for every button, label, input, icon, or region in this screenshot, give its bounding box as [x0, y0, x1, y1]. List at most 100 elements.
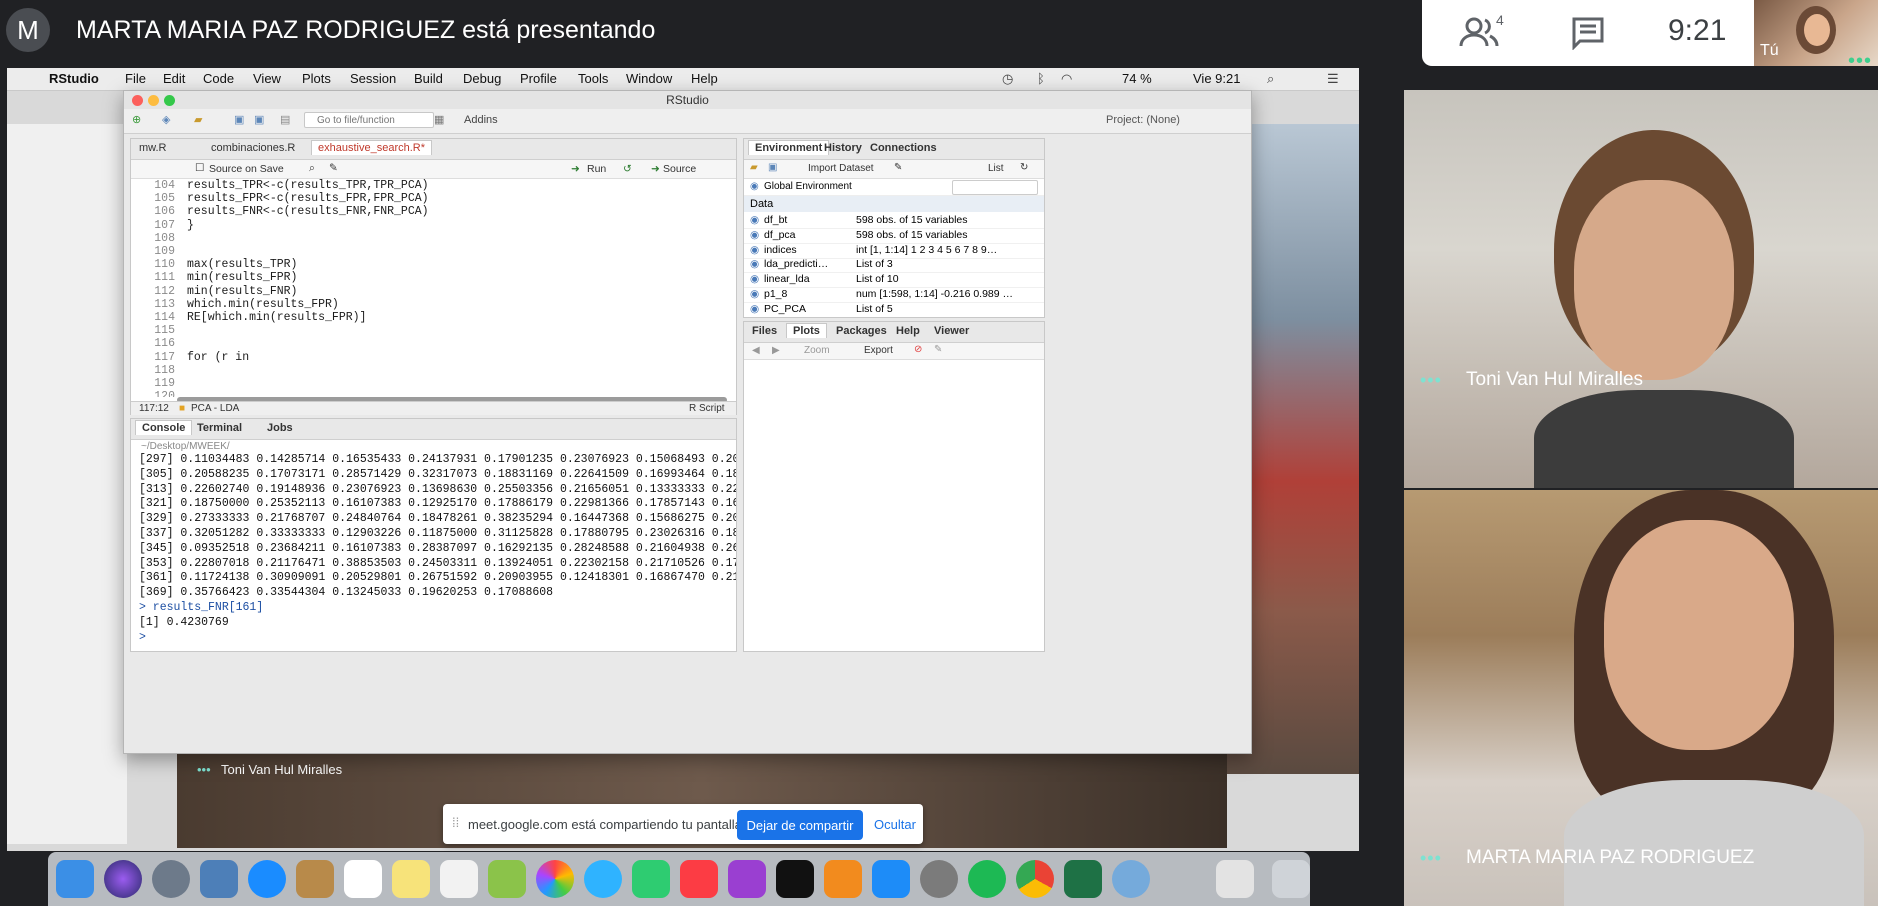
participant-menu-icon[interactable]: •••	[1420, 848, 1442, 869]
environment-row[interactable]: ◉ PC_PCA List of 5	[744, 302, 1044, 317]
contacts-icon[interactable]	[296, 860, 334, 898]
apple-tv-icon[interactable]	[776, 860, 814, 898]
environment-row[interactable]: ◉ indices int [1, 1:14] 1 2 3 4 5 6 7 8 9…	[744, 243, 1044, 259]
excel-icon[interactable]	[1064, 860, 1102, 898]
menu-debug[interactable]: Debug	[463, 71, 501, 86]
close-window-icon[interactable]	[132, 95, 143, 106]
save-all-icon[interactable]: ▣	[254, 113, 264, 126]
clear-plots-icon[interactable]: ✎	[934, 344, 942, 355]
code-area[interactable]: 104 results_TPR<-c(results_TPR,TPR_PCA) 10…	[131, 179, 736, 397]
expand-icon[interactable]: ◉	[750, 258, 759, 270]
file-type-selector[interactable]: R Script	[689, 403, 725, 414]
books-icon[interactable]	[824, 860, 862, 898]
battery-text[interactable]: 74 %	[1122, 71, 1152, 86]
menu-view[interactable]: View	[253, 71, 281, 86]
tab-help[interactable]: Help	[896, 325, 920, 337]
menu-file[interactable]: File	[125, 71, 146, 86]
expand-icon[interactable]: ◉	[750, 229, 759, 241]
expand-icon[interactable]: ◉	[750, 273, 759, 285]
workspace-panes-icon[interactable]: ▦	[434, 113, 444, 126]
time-machine-icon[interactable]: ◷	[1002, 71, 1013, 87]
zoom-window-icon[interactable]	[164, 95, 175, 106]
tab-viewer[interactable]: Viewer	[934, 325, 969, 337]
code-tools-icon[interactable]: ✎	[329, 162, 338, 174]
menu-build[interactable]: Build	[414, 71, 443, 86]
trash-icon[interactable]	[1272, 860, 1310, 898]
export-button[interactable]: Export	[864, 345, 893, 356]
tab-combinaciones-r[interactable]: combinaciones.R	[211, 142, 295, 154]
spotify-icon[interactable]	[968, 860, 1006, 898]
chat-icon[interactable]	[1570, 16, 1606, 51]
import-dataset-button[interactable]: Import Dataset	[808, 163, 874, 174]
tab-packages[interactable]: Packages	[836, 325, 887, 337]
load-workspace-icon[interactable]: ▰	[750, 162, 758, 173]
menu-session[interactable]: Session	[350, 71, 396, 86]
tab-files[interactable]: Files	[752, 325, 777, 337]
global-environment-selector[interactable]: Global Environment	[764, 181, 852, 192]
tab-plots[interactable]: Plots	[786, 323, 827, 338]
find-icon[interactable]: ⌕	[309, 162, 315, 175]
project-menu[interactable]: Project: (None)	[1106, 114, 1180, 126]
wifi-icon[interactable]: ◠	[1061, 71, 1072, 87]
tab-history[interactable]: History	[824, 142, 862, 154]
list-mode-selector[interactable]: List	[988, 163, 1004, 174]
hide-banner-button[interactable]: Ocultar	[874, 817, 916, 832]
launchpad-icon[interactable]	[152, 860, 190, 898]
environment-row[interactable]: ◉ df_bt 598 obs. of 15 variables	[744, 213, 1044, 229]
tab-mw-r[interactable]: mw.R	[139, 142, 167, 154]
menu-window[interactable]: Window	[626, 71, 672, 86]
remove-plot-icon[interactable]: ⊘	[914, 344, 922, 355]
app-store-icon[interactable]	[872, 860, 910, 898]
preview-icon[interactable]	[200, 860, 238, 898]
clear-workspace-icon[interactable]: ✎	[894, 162, 902, 173]
music-icon[interactable]	[680, 860, 718, 898]
facetime-icon[interactable]	[632, 860, 670, 898]
menu-tools[interactable]: Tools	[578, 71, 608, 86]
menu-profile[interactable]: Profile	[520, 71, 557, 86]
expand-icon[interactable]: ◉	[750, 244, 759, 256]
environment-row[interactable]: ◉ p1_8 num [1:598, 1:14] -0.216 0.989 …	[744, 287, 1044, 303]
refresh-environment-icon[interactable]: ↻	[1020, 162, 1028, 173]
system-preferences-icon[interactable]	[920, 860, 958, 898]
menu-plots[interactable]: Plots	[302, 71, 331, 86]
spotlight-icon[interactable]: ⌕	[1267, 71, 1274, 87]
notes-icon[interactable]	[392, 860, 430, 898]
section-selector[interactable]: PCA - LDA	[191, 403, 239, 414]
expand-icon[interactable]: ◉	[750, 214, 759, 226]
menu-code[interactable]: Code	[203, 71, 234, 86]
new-project-icon[interactable]: ◈	[162, 113, 170, 126]
environment-row[interactable]: ◉ linear_lda List of 10	[744, 272, 1044, 289]
self-menu-icon[interactable]: •••	[1848, 50, 1872, 73]
messages-icon[interactable]	[584, 860, 622, 898]
environment-row[interactable]: ◉ lda_predicti… List of 3	[744, 257, 1044, 274]
save-workspace-icon[interactable]: ▣	[768, 162, 777, 173]
r-app-icon[interactable]	[1112, 860, 1150, 898]
notification-center-icon[interactable]: ☰	[1327, 71, 1339, 87]
new-file-icon[interactable]: ⊕	[132, 113, 141, 126]
finder-icon[interactable]	[56, 860, 94, 898]
tab-console[interactable]: Console	[135, 420, 193, 435]
menubar-app-name[interactable]: RStudio	[49, 71, 99, 86]
run-button[interactable]: Run	[587, 163, 606, 175]
photos-icon[interactable]	[536, 860, 574, 898]
expand-icon[interactable]: ◉	[750, 288, 759, 300]
print-icon[interactable]: ▤	[280, 113, 290, 126]
chrome-icon[interactable]	[1016, 860, 1054, 898]
environment-row[interactable]: ◉ df_pca 598 obs. of 15 variables	[744, 228, 1044, 244]
participant-menu-icon[interactable]: •••	[1420, 370, 1442, 391]
bluetooth-icon[interactable]: ᛒ	[1037, 71, 1045, 86]
goto-file-input[interactable]	[304, 112, 434, 128]
zoom-button[interactable]: Zoom	[804, 345, 830, 356]
addins-menu[interactable]: Addins	[464, 114, 498, 126]
save-icon[interactable]: ▣	[234, 113, 244, 126]
drag-handle-icon[interactable]: ⁞⁞	[452, 815, 459, 830]
tab-terminal[interactable]: Terminal	[197, 422, 242, 434]
source-button[interactable]: Source	[663, 163, 696, 175]
minimize-window-icon[interactable]	[148, 95, 159, 106]
menubar-datetime[interactable]: Vie 9:21	[1193, 71, 1240, 86]
prev-plot-icon[interactable]: ◀	[752, 345, 760, 356]
tab-connections[interactable]: Connections	[870, 142, 937, 154]
menu-help[interactable]: Help	[691, 71, 718, 86]
tab-exhaustive-search-r[interactable]: exhaustive_search.R*	[311, 140, 433, 155]
console-output[interactable]: [297] 0.11034483 0.14285714 0.16535433 0…	[131, 453, 736, 649]
